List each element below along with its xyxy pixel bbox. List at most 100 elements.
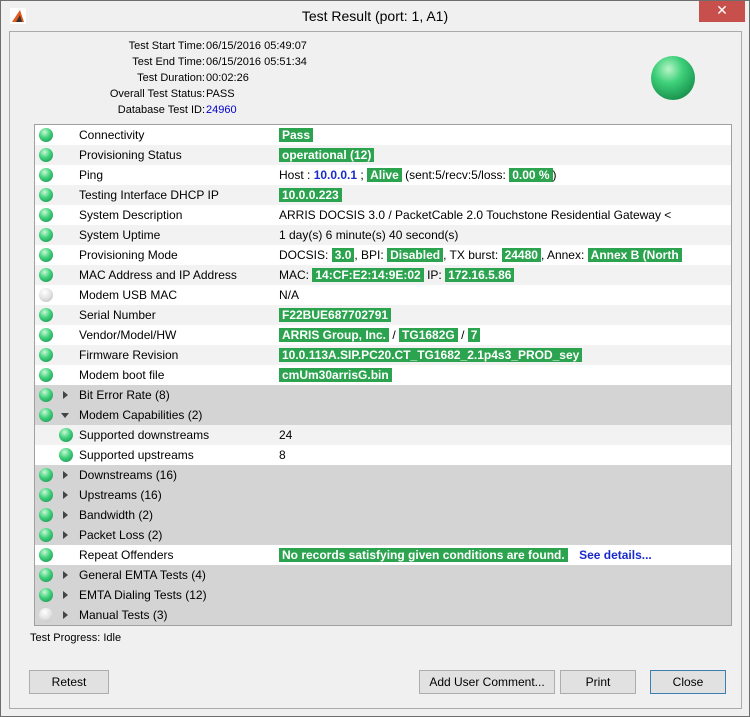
- row-name: Provisioning Status: [79, 148, 182, 162]
- group-row-emta-dialing[interactable]: EMTA Dialing Tests (12): [35, 585, 731, 605]
- not-run-status-icon: [39, 608, 53, 622]
- result-row-boot-file[interactable]: Modem boot file cmUm30arrisG.bin: [35, 365, 731, 385]
- group-row-modem-capabilities[interactable]: Modem Capabilities (2): [35, 405, 731, 425]
- row-name: Provisioning Mode: [79, 248, 178, 262]
- row-value: operational (12): [279, 148, 375, 162]
- result-row-usb-mac[interactable]: Modem USB MAC N/A: [35, 285, 731, 305]
- pass-status-icon: [39, 388, 53, 402]
- print-button[interactable]: Print: [560, 670, 636, 694]
- summary-value: PASS: [206, 88, 235, 100]
- group-row-bandwidth[interactable]: Bandwidth (2): [35, 505, 731, 525]
- window-title: Test Result (port: 1, A1): [301, 8, 449, 24]
- collapse-arrow-icon[interactable]: [61, 413, 69, 418]
- row-name: General EMTA Tests (4): [79, 568, 206, 582]
- title-bar: Test Result (port: 1, A1) ✕: [1, 1, 749, 31]
- vendor-separator: /: [392, 328, 396, 342]
- group-row-bit-error-rate[interactable]: Bit Error Rate (8): [35, 385, 731, 405]
- group-row-packet-loss[interactable]: Packet Loss (2): [35, 525, 731, 545]
- row-value: 10.0.113A.SIP.PC20.CT_TG1682_2.1p4s3_PRO…: [279, 348, 583, 362]
- pass-status-icon: [39, 248, 53, 262]
- row-name: Bandwidth (2): [79, 508, 154, 522]
- row-name: Packet Loss (2): [79, 528, 163, 542]
- add-user-comment-button[interactable]: Add User Comment...: [419, 670, 555, 694]
- row-name: Supported downstreams: [79, 428, 210, 442]
- expand-arrow-icon[interactable]: [63, 531, 68, 539]
- pass-status-icon: [59, 448, 73, 462]
- result-row-system-description[interactable]: System Description ARRIS DOCSIS 3.0 / Pa…: [35, 205, 731, 225]
- row-name: Repeat Offenders: [79, 548, 174, 562]
- result-row-repeat-offenders[interactable]: Repeat Offenders No records satisfying g…: [35, 545, 731, 565]
- pass-status-icon: [39, 308, 53, 322]
- row-name: Upstreams (16): [79, 488, 162, 502]
- result-row-serial-number[interactable]: Serial Number F22BUE687702791: [35, 305, 731, 325]
- ping-stats: (sent:5/recv:5/loss:: [405, 168, 506, 182]
- row-value: 8: [279, 448, 286, 462]
- summary-value: 00:02:26: [206, 72, 249, 84]
- pass-status-icon: [39, 348, 53, 362]
- result-row-system-uptime[interactable]: System Uptime 1 day(s) 6 minute(s) 40 se…: [35, 225, 731, 245]
- summary-label: Test Start Time:: [128, 40, 205, 52]
- row-value: 10.0.0.223: [279, 188, 342, 202]
- ip-badge: 172.16.5.86: [445, 268, 515, 282]
- row-value: Pass: [279, 128, 314, 142]
- result-row-vendor-model[interactable]: Vendor/Model/HW ARRIS Group, Inc. / TG16…: [35, 325, 731, 345]
- result-row-connectivity[interactable]: Connectivity Pass: [35, 125, 731, 145]
- bpi-label: , BPI:: [354, 248, 384, 262]
- pass-status-icon: [39, 228, 53, 242]
- result-row-provisioning-mode[interactable]: Provisioning Mode DOCSIS: 3.0, BPI: Disa…: [35, 245, 731, 265]
- ping-loss-badge: 0.00 %: [509, 168, 553, 182]
- expand-arrow-icon[interactable]: [63, 591, 68, 599]
- expand-arrow-icon[interactable]: [63, 491, 68, 499]
- repeat-offenders-value: No records satisfying given conditions a…: [279, 548, 568, 562]
- result-row-supported-upstreams[interactable]: Supported upstreams 8: [35, 445, 731, 465]
- see-details-link[interactable]: See details...: [579, 548, 652, 562]
- row-name: Ping: [79, 168, 104, 182]
- result-row-provisioning-status[interactable]: Provisioning Status operational (12): [35, 145, 731, 165]
- row-name: Connectivity: [79, 128, 145, 142]
- pass-status-icon: [39, 508, 53, 522]
- hw-badge: 7: [467, 328, 481, 342]
- result-row-mac-ip[interactable]: MAC Address and IP Address MAC: 14:CF:E2…: [35, 265, 731, 285]
- row-name: Downstreams (16): [79, 468, 178, 482]
- group-row-general-emta[interactable]: General EMTA Tests (4): [35, 565, 731, 585]
- model-badge: TG1682G: [399, 328, 458, 342]
- ping-alive-badge: Alive: [367, 168, 402, 182]
- expand-arrow-icon[interactable]: [63, 471, 68, 479]
- database-test-id-link[interactable]: 24960: [206, 104, 237, 116]
- row-name: Modem Capabilities (2): [79, 408, 203, 422]
- retest-button[interactable]: Retest: [29, 670, 109, 694]
- group-row-manual-tests[interactable]: Manual Tests (3): [35, 605, 731, 625]
- row-name: Manual Tests (3): [79, 608, 168, 622]
- expand-arrow-icon[interactable]: [63, 511, 68, 519]
- vendor-separator: /: [461, 328, 465, 342]
- close-button[interactable]: Close: [650, 670, 726, 694]
- result-row-supported-downstreams[interactable]: Supported downstreams 24: [35, 425, 731, 445]
- summary-value: 06/15/2016 05:51:34: [206, 56, 307, 68]
- expand-arrow-icon[interactable]: [63, 571, 68, 579]
- result-row-dhcp-ip[interactable]: Testing Interface DHCP IP 10.0.0.223: [35, 185, 731, 205]
- pass-status-icon: [39, 468, 53, 482]
- ip-label: IP:: [427, 268, 442, 282]
- result-row-firmware[interactable]: Firmware Revision 10.0.113A.SIP.PC20.CT_…: [35, 345, 731, 365]
- annex-badge: Annex B (North: [587, 248, 682, 262]
- content-area: Test Start Time: 06/15/2016 05:49:07 Test…: [9, 31, 742, 709]
- window-close-button[interactable]: ✕: [699, 1, 745, 22]
- ping-separator: ;: [360, 168, 364, 182]
- pass-status-icon: [39, 548, 53, 562]
- row-value: 24: [279, 428, 293, 442]
- expand-arrow-icon[interactable]: [63, 611, 68, 619]
- result-row-ping[interactable]: Ping Host : 10.0.0.1 ; Alive (sent:5/rec…: [35, 165, 731, 185]
- group-row-upstreams[interactable]: Upstreams (16): [35, 485, 731, 505]
- overall-status-indicator: [651, 56, 695, 100]
- tx-badge: 24480: [501, 248, 541, 262]
- bpi-badge: Disabled: [387, 248, 444, 262]
- summary-label: Test End Time:: [132, 56, 205, 68]
- row-value: ARRIS DOCSIS 3.0 / PacketCable 2.0 Touch…: [279, 208, 672, 222]
- vendor-badge: ARRIS Group, Inc.: [279, 328, 390, 342]
- docsis-badge: 3.0: [331, 248, 355, 262]
- pass-status-icon: [39, 128, 53, 142]
- expand-arrow-icon[interactable]: [63, 391, 68, 399]
- test-summary: Test Start Time: 06/15/2016 05:49:07 Test…: [10, 40, 310, 120]
- annex-label: , Annex:: [540, 248, 585, 262]
- group-row-downstreams[interactable]: Downstreams (16): [35, 465, 731, 485]
